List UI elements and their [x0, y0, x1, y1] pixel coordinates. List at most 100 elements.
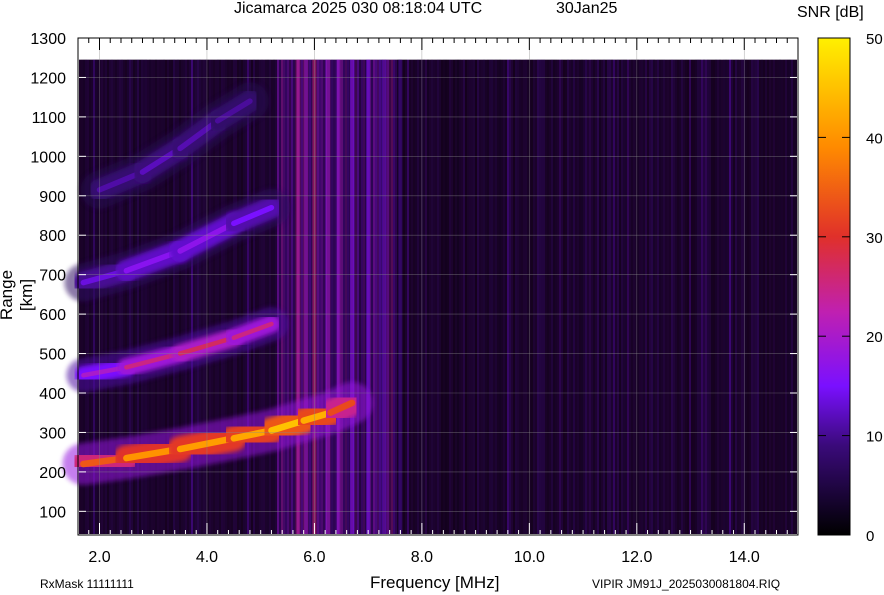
noise-stripe	[707, 59, 709, 534]
noise-stripe	[379, 59, 381, 534]
noise-stripe	[729, 59, 731, 534]
noise-stripe	[535, 59, 537, 534]
noise-stripe	[741, 59, 743, 534]
noise-stripe	[277, 59, 279, 534]
noise-stripe	[597, 59, 599, 534]
noise-stripe	[423, 59, 425, 534]
noise-stripe	[539, 59, 541, 534]
noise-stripe	[263, 59, 265, 534]
noise-stripe	[481, 59, 483, 534]
noise-stripe	[411, 59, 413, 534]
noise-stripe	[767, 59, 769, 534]
noise-stripe	[621, 59, 623, 534]
colorbar-label: SNR [dB]	[797, 4, 864, 21]
noise-stripe	[275, 59, 277, 534]
y-tick-label: 600	[39, 307, 66, 324]
noise-stripe	[427, 59, 429, 534]
noise-stripe	[479, 59, 481, 534]
noise-stripe	[341, 59, 343, 534]
noise-stripe	[439, 59, 441, 534]
noise-stripe	[565, 59, 567, 534]
x-tick-label: 4.0	[196, 549, 218, 566]
noise-stripe	[527, 59, 529, 534]
noise-stripe	[717, 59, 719, 534]
noise-stripe	[389, 59, 391, 534]
noise-stripe	[761, 59, 763, 534]
noise-stripe	[601, 59, 603, 534]
noise-stripe	[685, 59, 687, 534]
y-tick-label: 800	[39, 228, 66, 245]
noise-stripe	[271, 59, 273, 534]
noise-stripe	[485, 59, 487, 534]
noise-stripe	[509, 59, 511, 534]
noise-stripe	[371, 59, 373, 534]
noise-stripe	[735, 59, 737, 534]
noise-stripe	[603, 59, 605, 534]
y-tick-label: 500	[39, 347, 66, 364]
colorbar-tick-label: 0	[866, 528, 874, 545]
noise-stripe	[289, 59, 291, 534]
noise-stripe	[489, 59, 491, 534]
noise-stripe	[687, 59, 689, 534]
noise-stripe	[265, 59, 267, 534]
noise-stripe	[501, 59, 503, 534]
noise-stripe	[455, 59, 457, 534]
noise-stripe	[693, 59, 695, 534]
noise-stripe	[755, 59, 757, 534]
colorbar-tick-label: 50	[866, 31, 883, 48]
noise-stripe	[655, 59, 657, 534]
y-tick-label: 400	[39, 386, 66, 403]
noise-stripe	[713, 59, 715, 534]
noise-stripe	[253, 59, 255, 534]
noise-stripe	[711, 59, 713, 534]
interference-column	[304, 59, 309, 534]
noise-stripe	[453, 59, 455, 534]
noise-stripe	[319, 59, 321, 534]
noise-stripe	[395, 59, 397, 534]
noise-stripe	[631, 59, 633, 534]
noise-stripe	[239, 59, 241, 534]
noise-stripe	[447, 59, 449, 534]
noise-stripe	[577, 59, 579, 534]
noise-stripe	[567, 59, 569, 534]
noise-stripe	[525, 59, 527, 534]
noise-stripe	[757, 59, 759, 534]
x-tick-labels: 2.0 4.0 6.0 8.0 10.0 12.0 14.0	[88, 549, 760, 566]
noise-stripe	[611, 59, 613, 534]
noise-stripe	[471, 59, 473, 534]
noise-stripe	[639, 59, 641, 534]
noise-stripe	[595, 59, 597, 534]
noise-stripe	[591, 59, 593, 534]
noise-stripe	[267, 59, 269, 534]
noise-stripe	[245, 59, 247, 534]
noise-stripe	[269, 59, 271, 534]
noise-stripe	[645, 59, 647, 534]
noise-stripe	[605, 59, 607, 534]
noise-stripe	[691, 59, 693, 534]
noise-stripe	[537, 59, 539, 534]
noise-stripe	[291, 59, 293, 534]
chart-title: Jicamarca 2025 030 08:18:04 UTC	[234, 0, 483, 17]
noise-stripe	[721, 59, 723, 534]
noise-stripe	[781, 59, 783, 534]
noise-stripe	[599, 59, 601, 534]
y-tick-label: 1100	[32, 110, 67, 127]
noise-stripe	[451, 59, 453, 534]
noise-stripe	[747, 59, 749, 534]
noise-stripe	[607, 59, 609, 534]
noise-stripe	[507, 59, 509, 534]
noise-stripe	[415, 59, 417, 534]
noise-stripe	[413, 59, 415, 534]
noise-stripe	[459, 59, 461, 534]
noise-stripe	[497, 59, 499, 534]
noise-stripe	[279, 59, 281, 534]
noise-stripe	[473, 59, 475, 534]
noise-stripe	[737, 59, 739, 534]
noise-stripe	[791, 59, 793, 534]
colorbar-tick-label: 10	[866, 429, 883, 446]
noise-stripe	[247, 59, 249, 534]
noise-stripe	[461, 59, 463, 534]
noise-stripe	[503, 59, 505, 534]
noise-stripe	[363, 59, 365, 534]
noise-stripe	[795, 59, 797, 534]
